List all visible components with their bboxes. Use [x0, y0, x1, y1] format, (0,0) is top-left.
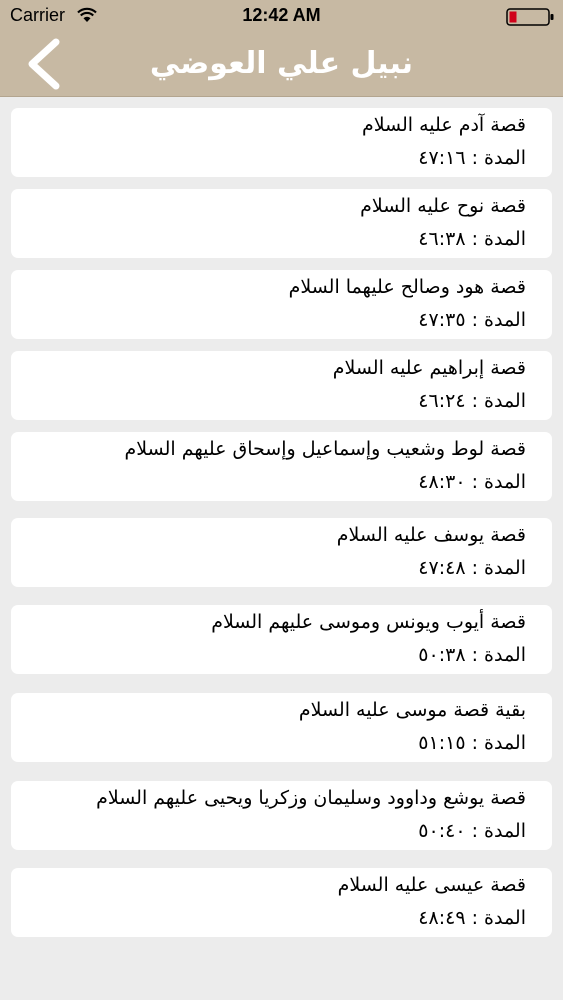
list-item[interactable]: قصة أيوب ويونس وموسى عليهم السلام المدة …	[11, 605, 552, 674]
duration-value: ٤٧:٤٨	[418, 557, 466, 579]
battery-icon	[506, 8, 554, 26]
list-item[interactable]: بقية قصة موسى عليه السلام المدة : ٥١:١٥	[11, 693, 552, 762]
list-item[interactable]: قصة يوشع وداوود وسليمان وزكريا ويحيى علي…	[11, 781, 552, 850]
item-title: قصة يوسف عليه السلام	[336, 524, 526, 546]
duration-value: ٤٧:٣٥	[418, 309, 466, 331]
duration-label: المدة :	[471, 732, 526, 754]
item-duration-row: المدة : ٤٦:٣٨	[418, 228, 526, 250]
list-item[interactable]: قصة لوط وشعيب وإسماعيل وإسحاق عليهم السل…	[11, 432, 552, 501]
duration-value: ٤٧:١٦	[418, 147, 466, 169]
duration-value: ٥٠:٣٨	[418, 644, 466, 666]
navigation-bar: نبيل علي العوضي	[0, 32, 563, 97]
item-title: بقية قصة موسى عليه السلام	[298, 699, 526, 721]
page-title: نبيل علي العوضي	[149, 46, 414, 81]
status-bar: Carrier 12:42 AM	[0, 0, 563, 32]
list-item[interactable]: قصة هود وصالح عليهما السلام المدة : ٤٧:٣…	[11, 270, 552, 339]
list-item[interactable]: قصة آدم عليه السلام المدة : ٤٧:١٦	[11, 108, 552, 177]
duration-label: المدة :	[471, 228, 526, 250]
list-item[interactable]: قصة يوسف عليه السلام المدة : ٤٧:٤٨	[11, 518, 552, 587]
duration-label: المدة :	[471, 557, 526, 579]
back-button[interactable]	[16, 36, 72, 92]
item-title: قصة أيوب ويونس وموسى عليهم السلام	[211, 611, 526, 633]
duration-value: ٥٠:٤٠	[418, 820, 466, 842]
duration-label: المدة :	[471, 644, 526, 666]
item-duration-row: المدة : ٥٠:٣٨	[418, 644, 526, 666]
item-title: قصة يوشع وداوود وسليمان وزكريا ويحيى علي…	[96, 787, 526, 809]
item-title: قصة عيسى عليه السلام	[337, 874, 526, 896]
item-duration-row: المدة : ٤٦:٢٤	[418, 390, 526, 412]
list-item[interactable]: قصة نوح عليه السلام المدة : ٤٦:٣٨	[11, 189, 552, 258]
item-duration-row: المدة : ٥٠:٤٠	[418, 820, 526, 842]
duration-label: المدة :	[471, 390, 526, 412]
duration-value: ٤٦:٢٤	[418, 390, 466, 412]
item-title: قصة آدم عليه السلام	[361, 114, 526, 136]
duration-label: المدة :	[471, 147, 526, 169]
item-duration-row: المدة : ٤٧:٣٥	[418, 309, 526, 331]
duration-value: ٤٨:٤٩	[418, 907, 466, 929]
list-item[interactable]: قصة عيسى عليه السلام المدة : ٤٨:٤٩	[11, 868, 552, 937]
chevron-left-icon	[28, 38, 60, 90]
duration-value: ٤٨:٣٠	[418, 471, 466, 493]
duration-value: ٥١:١٥	[418, 732, 466, 754]
item-duration-row: المدة : ٤٨:٣٠	[418, 471, 526, 493]
item-title: قصة إبراهيم عليه السلام	[332, 357, 526, 379]
item-duration-row: المدة : ٤٧:٤٨	[418, 557, 526, 579]
item-title: قصة نوح عليه السلام	[360, 195, 526, 217]
item-duration-row: المدة : ٥١:١٥	[418, 732, 526, 754]
item-title: قصة لوط وشعيب وإسماعيل وإسحاق عليهم السل…	[124, 438, 526, 460]
list-item[interactable]: قصة إبراهيم عليه السلام المدة : ٤٦:٢٤	[11, 351, 552, 420]
duration-label: المدة :	[471, 309, 526, 331]
duration-label: المدة :	[471, 471, 526, 493]
status-time: 12:42 AM	[242, 5, 321, 25]
duration-value: ٤٦:٣٨	[418, 228, 466, 250]
duration-label: المدة :	[471, 907, 526, 929]
item-duration-row: المدة : ٤٨:٤٩	[418, 907, 526, 929]
item-duration-row: المدة : ٤٧:١٦	[418, 147, 526, 169]
item-title: قصة هود وصالح عليهما السلام	[288, 276, 526, 298]
duration-label: المدة :	[471, 820, 526, 842]
